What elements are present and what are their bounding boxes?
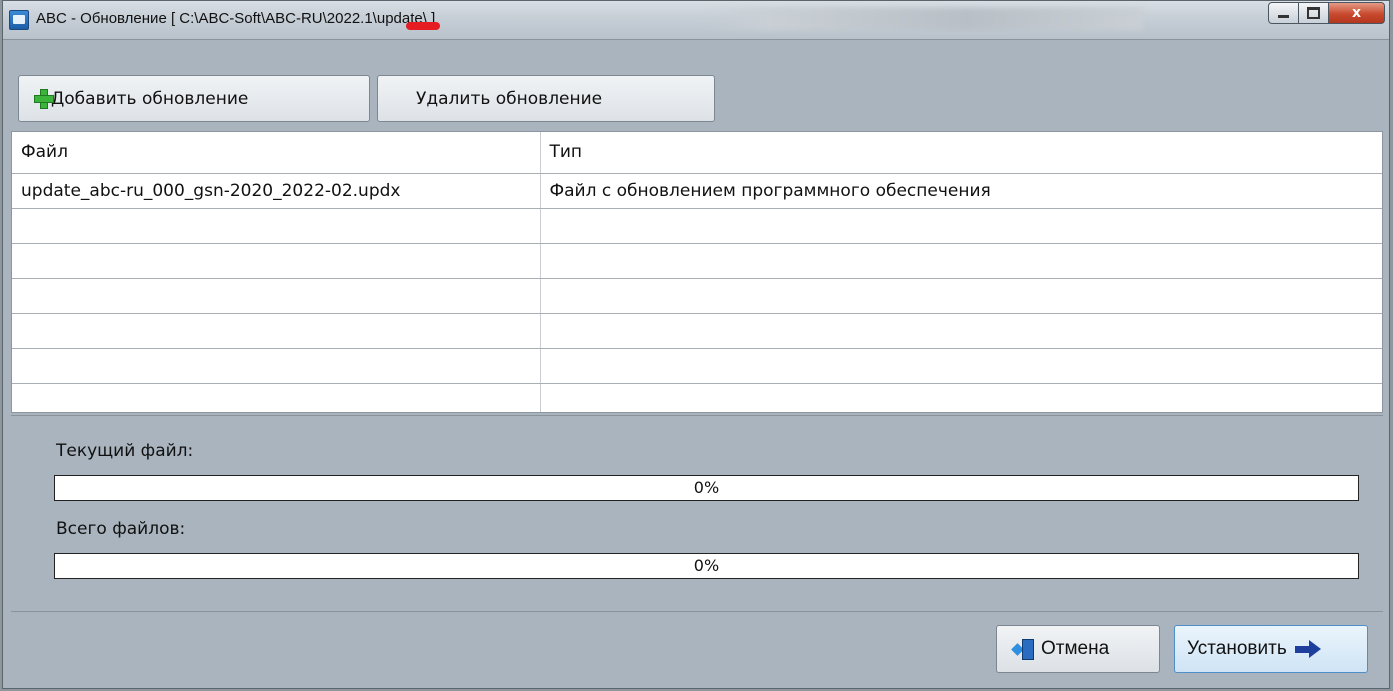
- minimize-button[interactable]: [1268, 2, 1299, 24]
- table-row[interactable]: [12, 278, 1382, 314]
- current-file-label: Текущий файл:: [56, 441, 194, 461]
- install-label: Установить: [1187, 638, 1287, 659]
- add-update-label: Добавить обновление: [51, 88, 249, 109]
- divider: [11, 415, 1383, 416]
- cell-file: [12, 278, 541, 314]
- cell-type: Файл с обновлением программного обеспече…: [540, 173, 1382, 209]
- arrow-right-icon: [1294, 640, 1323, 658]
- table-row[interactable]: [12, 313, 1382, 349]
- total-files-label: Всего файлов:: [56, 519, 186, 539]
- table-row[interactable]: [12, 208, 1382, 244]
- cell-type: [540, 313, 1382, 349]
- maximize-icon: [1307, 7, 1320, 19]
- plus-icon: [34, 89, 54, 109]
- minus-icon: [406, 22, 440, 30]
- cancel-button[interactable]: Отмена: [996, 625, 1160, 673]
- remove-update-label: Удалить обновление: [416, 88, 603, 109]
- cell-file: [12, 383, 541, 412]
- cell-file: [12, 313, 541, 349]
- remove-update-button[interactable]: Удалить обновление: [377, 75, 715, 122]
- total-files-progress-text: 0%: [693, 556, 720, 575]
- add-update-button[interactable]: Добавить обновление: [18, 75, 370, 122]
- cell-type: [540, 383, 1382, 412]
- cancel-label: Отмена: [1041, 638, 1110, 659]
- install-button[interactable]: Установить: [1174, 625, 1368, 673]
- title-bar[interactable]: ABC - Обновление [ C:\ABC-Soft\ABC-RU\20…: [3, 1, 1389, 40]
- cell-file: [12, 243, 541, 279]
- divider: [11, 611, 1383, 612]
- cell-type: [540, 208, 1382, 244]
- window-title: ABC - Обновление [ C:\ABC-Soft\ABC-RU\20…: [36, 10, 436, 27]
- cell-type: [540, 278, 1382, 314]
- table-header: Файл Тип: [12, 132, 1382, 174]
- close-icon: x: [1351, 5, 1362, 21]
- maximize-button[interactable]: [1299, 2, 1329, 24]
- current-file-progress-text: 0%: [693, 478, 720, 497]
- close-button[interactable]: x: [1329, 2, 1385, 24]
- total-files-progress: 0%: [54, 553, 1359, 579]
- window-controls: x: [1268, 2, 1385, 26]
- table-row[interactable]: update_abc-ru_000_gsn-2020_2022-02.updx …: [12, 173, 1382, 209]
- minimize-icon: [1278, 15, 1289, 18]
- table-row[interactable]: [12, 383, 1382, 412]
- cell-type: [540, 348, 1382, 384]
- cell-file: update_abc-ru_000_gsn-2020_2022-02.updx: [12, 173, 541, 209]
- updates-table[interactable]: Файл Тип update_abc-ru_000_gsn-2020_2022…: [11, 131, 1383, 413]
- table-row[interactable]: [12, 243, 1382, 279]
- cell-type: [540, 243, 1382, 279]
- column-header-type[interactable]: Тип: [540, 132, 1382, 174]
- column-header-file[interactable]: Файл: [12, 132, 541, 174]
- cell-file: [12, 348, 541, 384]
- current-file-progress: 0%: [54, 475, 1359, 501]
- cell-file: [12, 208, 541, 244]
- table-row[interactable]: [12, 348, 1382, 384]
- progress-panel: Текущий файл: 0% Всего файлов: 0%: [11, 419, 1383, 612]
- app-icon[interactable]: [9, 10, 29, 30]
- exit-door-icon: [1011, 639, 1035, 661]
- update-window: ABC - Обновление [ C:\ABC-Soft\ABC-RU\20…: [2, 0, 1390, 689]
